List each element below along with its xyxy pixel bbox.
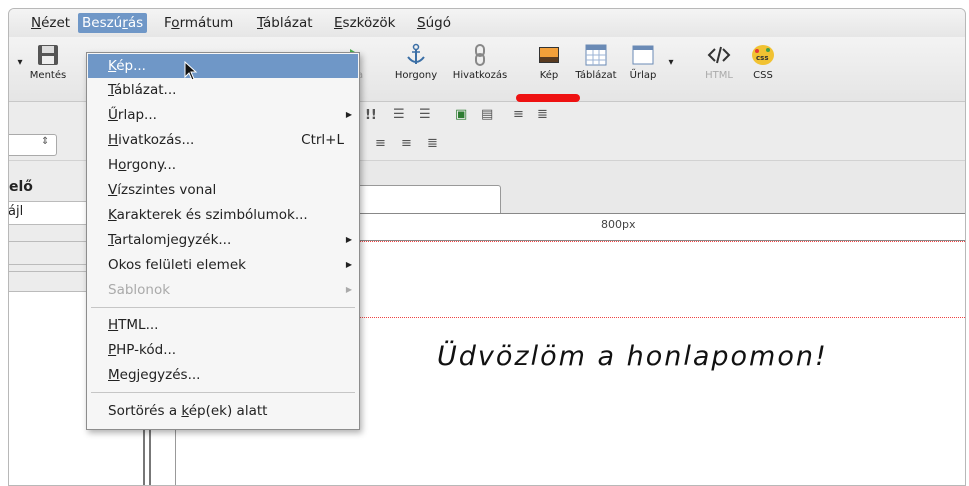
ordered-list-icon[interactable]: ☰ bbox=[393, 107, 405, 122]
menu-tools[interactable]: Eszközök bbox=[330, 13, 399, 33]
submenu-arrow-icon: ▶ bbox=[345, 285, 352, 294]
menu-item-image[interactable]: Kép... bbox=[88, 54, 358, 78]
menu-item-smart-widgets[interactable]: Okos felületi elemek ▶ bbox=[88, 253, 358, 277]
css-button[interactable]: css CSS bbox=[743, 43, 783, 81]
menu-format[interactable]: Formátum bbox=[160, 13, 237, 33]
panel-header: elő bbox=[9, 179, 33, 195]
menu-help[interactable]: Súgó bbox=[413, 13, 455, 33]
menu-separator bbox=[91, 307, 355, 308]
menu-item-horizontal-rule[interactable]: Vízszintes vonal bbox=[88, 178, 358, 202]
save-dropdown-arrow[interactable]: ▾ bbox=[15, 57, 25, 68]
menu-item-comment[interactable]: Megjegyzés... bbox=[88, 363, 358, 387]
align-justify-icon[interactable]: ≣ bbox=[427, 136, 438, 151]
chain-link-icon bbox=[468, 43, 492, 67]
emphasis-button[interactable]: !! bbox=[365, 108, 377, 123]
menu-item-table[interactable]: Táblázat... bbox=[88, 78, 358, 102]
ruler-width-label: 800px bbox=[601, 218, 636, 231]
anchor-icon bbox=[404, 43, 428, 67]
outdent-icon[interactable]: ▤ bbox=[481, 107, 493, 122]
anchor-button[interactable]: Horgony bbox=[393, 43, 439, 81]
submenu-arrow-icon: ▶ bbox=[345, 235, 352, 244]
menu-item-link[interactable]: Hivatkozás... Ctrl+L bbox=[88, 128, 358, 152]
insert-menu-dropdown: Kép... Táblázat... Űrlap... ▶ Hivatkozás.… bbox=[86, 52, 360, 430]
save-button[interactable]: Mentés bbox=[25, 43, 71, 81]
mouse-cursor-icon bbox=[184, 60, 198, 85]
menu-item-php-code[interactable]: PHP-kód... bbox=[88, 338, 358, 362]
menu-insert[interactable]: Beszúrás bbox=[78, 13, 148, 33]
css-palette-icon: css bbox=[751, 43, 775, 67]
menubar: Nézet Beszúrás Formátum Táblázat Eszközö… bbox=[9, 9, 965, 38]
align-center-icon[interactable]: ≡ bbox=[375, 136, 386, 151]
red-highlight-annotation bbox=[516, 94, 580, 102]
table-icon bbox=[584, 43, 608, 67]
menu-separator bbox=[91, 392, 355, 393]
block-alt-icon[interactable]: ≣ bbox=[537, 107, 548, 122]
indent-icon[interactable]: ▣ bbox=[455, 107, 467, 122]
menu-view[interactable]: Nézet bbox=[27, 13, 74, 33]
form-window-icon bbox=[631, 43, 655, 67]
link-button[interactable]: Hivatkozás bbox=[445, 43, 515, 81]
table-button[interactable]: Táblázat bbox=[571, 43, 621, 81]
menu-item-templates: Sablonok ▶ bbox=[88, 278, 358, 302]
form-button[interactable]: Űrlap bbox=[623, 43, 663, 81]
submenu-arrow-icon: ▶ bbox=[345, 110, 352, 119]
menu-item-form[interactable]: Űrlap... ▶ bbox=[88, 103, 358, 127]
submenu-arrow-icon: ▶ bbox=[345, 260, 352, 269]
page-heading[interactable]: Üdvözlöm a honlapomon! bbox=[437, 341, 828, 372]
shortcut-label: Ctrl+L bbox=[301, 132, 344, 148]
floppy-disk-icon bbox=[36, 43, 60, 67]
menu-item-anchor[interactable]: Horgony... bbox=[88, 153, 358, 177]
image-button[interactable]: Kép bbox=[529, 43, 569, 81]
image-icon bbox=[537, 43, 561, 67]
menu-item-line-break-below-image[interactable]: Sortörés a kép(ek) alatt bbox=[88, 399, 358, 423]
svg-text:css: css bbox=[756, 54, 768, 62]
unordered-list-icon[interactable]: ☰ bbox=[419, 107, 431, 122]
menu-table[interactable]: Táblázat bbox=[253, 13, 317, 33]
menu-item-html[interactable]: HTML... bbox=[88, 313, 358, 337]
app-window: Nézet Beszúrás Formátum Táblázat Eszközö… bbox=[8, 8, 966, 486]
block-icon[interactable]: ≡ bbox=[513, 107, 524, 122]
stepper-arrows-icon[interactable]: ⇕ bbox=[41, 136, 49, 147]
align-right-icon[interactable]: ≡ bbox=[401, 136, 412, 151]
form-dropdown-arrow[interactable]: ▾ bbox=[666, 57, 676, 68]
code-tag-icon bbox=[707, 43, 731, 67]
menu-item-characters-symbols[interactable]: Karakterek és szimbólumok... bbox=[88, 203, 358, 227]
menu-item-table-of-contents[interactable]: Tartalomjegyzék... ▶ bbox=[88, 228, 358, 252]
font-size-select[interactable] bbox=[9, 134, 57, 156]
html-button[interactable]: HTML bbox=[699, 43, 739, 81]
